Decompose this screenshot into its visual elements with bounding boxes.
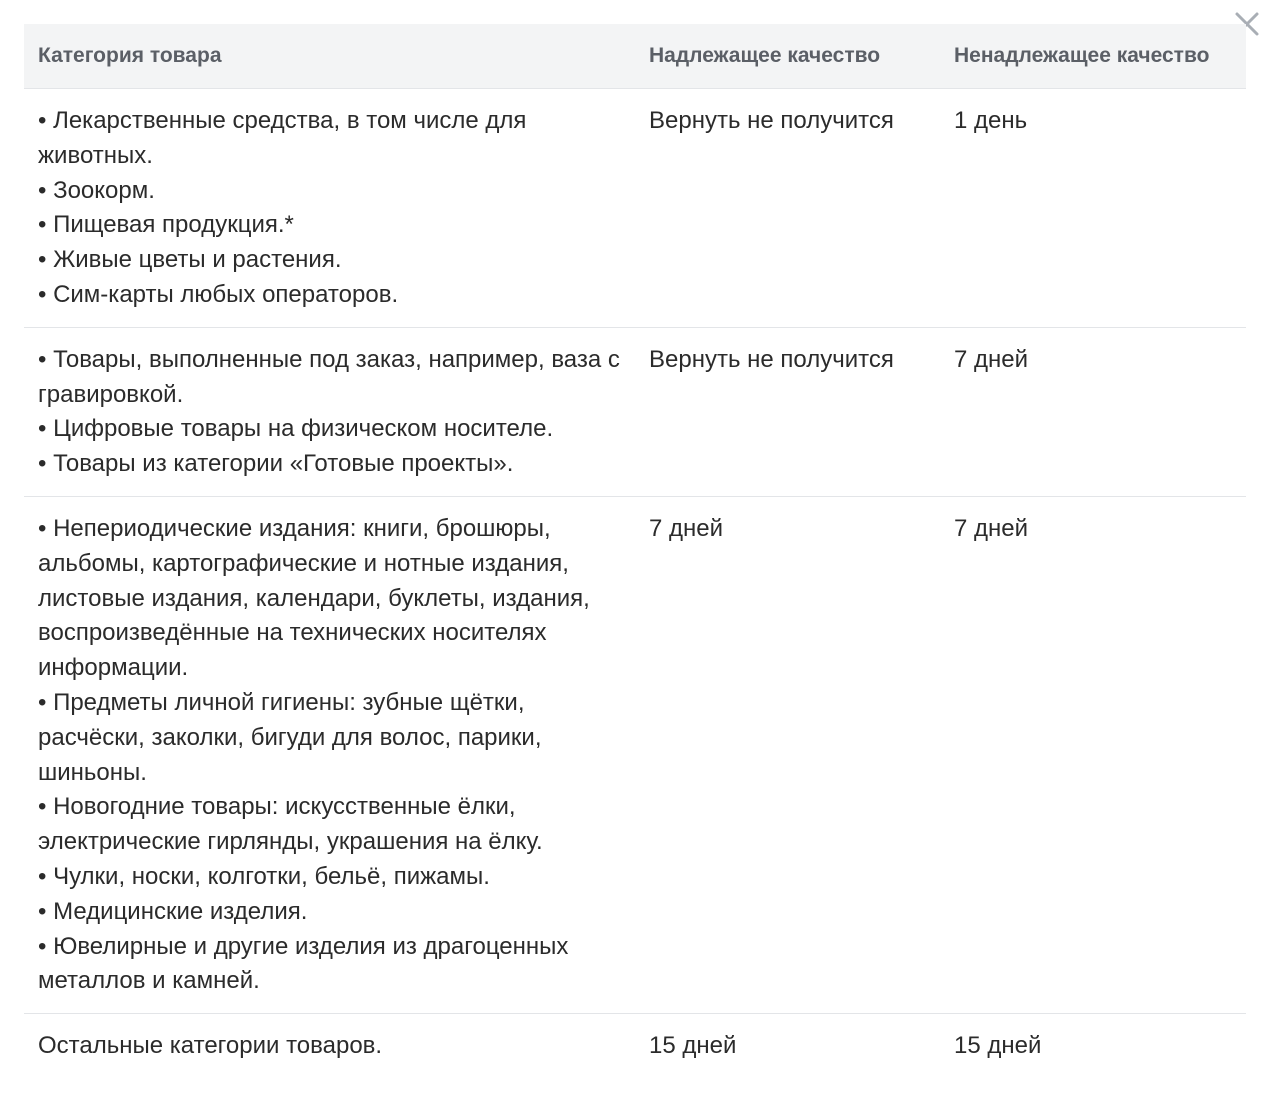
improper-quality-cell: 15 дней <box>954 1032 1042 1060</box>
category-item: Остальные категории товаров. <box>38 1032 383 1060</box>
category-item: • Чулки, носки, колготки, бельё, пижамы. <box>38 862 490 890</box>
table-row: • Непериодические издания: книги, брошюр… <box>24 497 1246 1015</box>
proper-quality-cell: Вернуть не получится <box>649 345 894 373</box>
header-category: Категория товара <box>38 44 222 67</box>
category-cell: Остальные категории товаров. <box>24 1029 635 1064</box>
category-item: • Непериодические издания: книги, брошюр… <box>38 514 590 682</box>
category-item: • Новогодние товары: искусственные ёлки,… <box>38 793 543 856</box>
improper-quality-cell: 1 день <box>954 107 1028 134</box>
category-item: • Товары из категории «Готовые проекты». <box>38 450 514 478</box>
category-item: • Лекарственные средства, в том числе дл… <box>38 107 527 169</box>
improper-quality-cell: 7 дней <box>954 514 1029 542</box>
category-item: • Живые цветы и растения. <box>38 246 342 274</box>
table-header: Категория товара Надлежащее качество Нен… <box>24 24 1246 89</box>
header-improper-quality: Ненадлежащее качество <box>954 44 1210 67</box>
proper-quality-cell: 7 дней <box>649 514 724 542</box>
table-row: • Товары, выполненные под заказ, наприме… <box>24 328 1246 497</box>
proper-quality-cell: Вернуть не получится <box>649 107 894 134</box>
return-terms-table: Категория товара Надлежащее качество Нен… <box>24 24 1246 1078</box>
category-item: • Пищевая продукция.* <box>38 211 294 239</box>
category-cell: • Товары, выполненные под заказ, наприме… <box>24 343 635 482</box>
category-item: • Медицинские изделия. <box>38 897 308 925</box>
category-item: • Ювелирные и другие изделия из драгоцен… <box>38 932 569 995</box>
improper-quality-cell: 7 дней <box>954 345 1029 373</box>
category-item: • Цифровые товары на физическом носителе… <box>38 415 554 443</box>
category-item: • Товары, выполненные под заказ, наприме… <box>38 345 620 408</box>
category-cell: • Лекарственные средства, в том числе дл… <box>24 104 635 313</box>
header-proper-quality: Надлежащее качество <box>649 44 881 67</box>
category-item: • Зоокорм. <box>38 176 155 204</box>
category-cell: • Непериодические издания: книги, брошюр… <box>24 512 635 999</box>
category-item: • Предметы личной гигиены: зубные щётки,… <box>38 688 542 786</box>
category-item: • Сим-карты любых операторов. <box>38 280 399 308</box>
table-row: Остальные категории товаров. 15 дней 15 … <box>24 1014 1246 1078</box>
proper-quality-cell: 15 дней <box>649 1032 737 1060</box>
table-row: • Лекарственные средства, в том числе дл… <box>24 89 1246 328</box>
